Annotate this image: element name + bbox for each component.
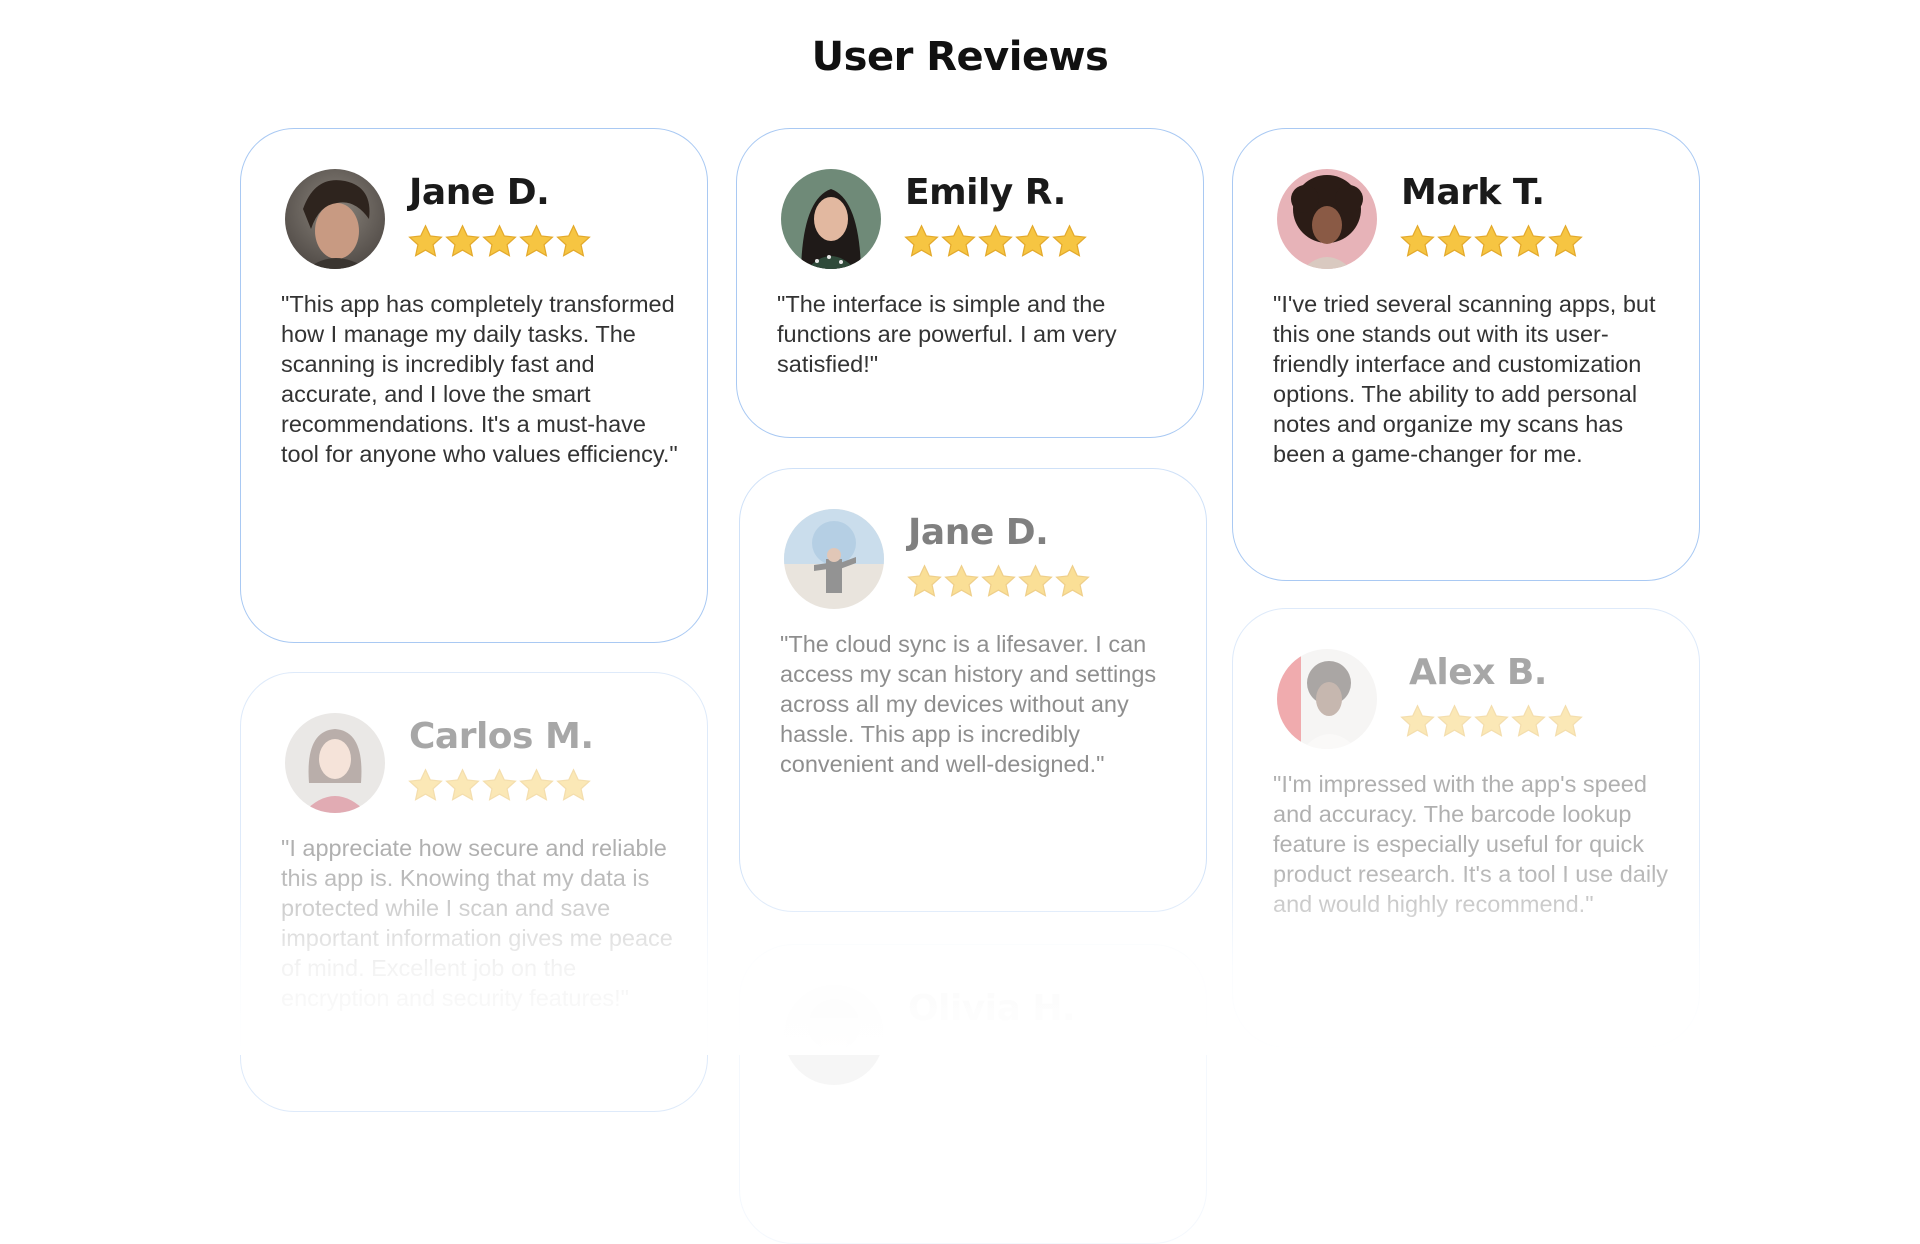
star-icon [482, 224, 517, 257]
review-text: "I'm impressed with the app's speed and … [1273, 771, 1669, 917]
review-card: Mark T. "I've tried several scanning app… [1232, 128, 1700, 581]
review-text: "The cloud sync is a lifesaver. I can ac… [780, 631, 1157, 777]
avatar [784, 509, 884, 609]
star-icon [1511, 704, 1546, 737]
star-icon [556, 224, 591, 257]
review-text: "I appreciate how secure and reliable th… [281, 835, 673, 1011]
avatar [285, 713, 385, 813]
star-rating [1399, 223, 1584, 260]
star-icon [1400, 704, 1435, 737]
star-icon [1474, 224, 1509, 257]
star-rating [407, 767, 592, 804]
star-icon [1474, 704, 1509, 737]
reviewer-name: Jane D. [409, 172, 550, 213]
star-icon [941, 224, 976, 257]
star-icon [1015, 224, 1050, 257]
star-icon [1437, 704, 1472, 737]
review-card: Emily R. "The interface is simple and th… [736, 128, 1204, 438]
avatar [1277, 649, 1377, 749]
star-rating [906, 563, 1091, 600]
reviews-page: User Reviews Jane D. "This app has compl… [0, 0, 1920, 1244]
reviewer-name: Olivia H. [908, 988, 1076, 1029]
star-icon [1548, 224, 1583, 257]
star-icon [1511, 224, 1546, 257]
star-icon [1052, 224, 1087, 257]
star-icon [981, 564, 1016, 597]
reviewer-name: Mark T. [1401, 172, 1545, 213]
star-icon [978, 224, 1013, 257]
star-icon [556, 768, 591, 801]
avatar [285, 169, 385, 269]
star-icon [519, 768, 554, 801]
star-icon [1018, 564, 1053, 597]
review-card: Carlos M. "I appreciate how secure and r… [240, 672, 708, 1112]
review-card: Jane D. "The cloud sync is a lifesaver. … [739, 468, 1207, 912]
review-card: Jane D. "This app has completely transfo… [240, 128, 708, 643]
star-icon [445, 768, 480, 801]
star-icon [1437, 224, 1472, 257]
page-title: User Reviews [811, 33, 1109, 80]
star-icon [1400, 224, 1435, 257]
avatar [781, 169, 881, 269]
star-icon [1548, 704, 1583, 737]
reviewer-name: Alex B. [1409, 652, 1548, 693]
avatar [1277, 169, 1377, 269]
star-icon [904, 224, 939, 257]
star-icon [944, 564, 979, 597]
star-icon [445, 224, 480, 257]
star-icon [408, 768, 443, 801]
star-rating [903, 223, 1088, 260]
review-text: "The interface is simple and the functio… [777, 291, 1117, 377]
star-rating [407, 223, 592, 260]
review-card: Olivia H. [739, 944, 1207, 1244]
star-icon [482, 768, 517, 801]
star-icon [519, 224, 554, 257]
reviewer-name: Jane D. [908, 512, 1049, 553]
star-icon [907, 564, 942, 597]
review-card: Alex B. "I'm impressed with the app's sp… [1232, 608, 1700, 1048]
star-icon [1055, 564, 1090, 597]
star-icon [408, 224, 443, 257]
reviewer-name: Emily R. [905, 172, 1066, 213]
review-text: "I've tried several scanning apps, but t… [1273, 291, 1656, 467]
reviewer-name: Carlos M. [409, 716, 594, 757]
star-rating [1399, 703, 1584, 740]
avatar [784, 985, 884, 1085]
review-text: "This app has completely transformed how… [281, 291, 678, 467]
